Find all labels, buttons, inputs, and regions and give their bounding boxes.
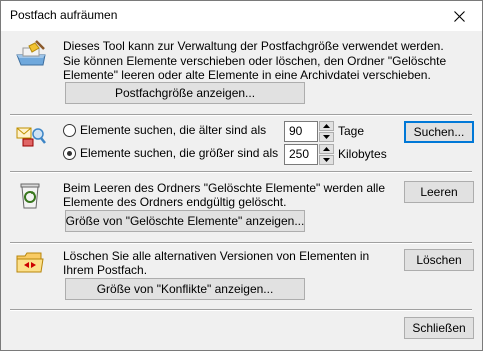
dialog-body: Dieses Tool kann zur Verwaltung der Post… <box>1 31 482 350</box>
older-than-stepper <box>319 121 334 142</box>
delete-conflicts-button[interactable]: Löschen <box>404 249 474 271</box>
section-divider <box>10 242 472 244</box>
section-divider <box>10 309 472 311</box>
larger-than-kb-input[interactable]: 250 <box>284 144 318 165</box>
larger-than-stepper <box>319 144 334 165</box>
conflicts-folder-icon <box>16 252 44 273</box>
section-divider <box>10 114 472 116</box>
arrow-up-icon <box>323 147 330 151</box>
arrow-down-icon <box>323 158 330 162</box>
arrow-up-icon <box>323 124 330 128</box>
older-than-days-input[interactable]: 90 <box>284 121 318 142</box>
older-than-label: Elemente suchen, die älter sind als <box>80 123 267 137</box>
cleanup-description-line3: Elemente" leeren oder alte Elemente in e… <box>63 68 431 82</box>
larger-than-unit: Kilobytes <box>338 147 387 161</box>
larger-than-increment-button[interactable] <box>319 144 334 154</box>
show-conflicts-size-button[interactable]: Größe von "Konflikte" anzeigen... <box>65 278 305 300</box>
show-mailbox-size-button[interactable]: Postfachgröße anzeigen... <box>65 82 305 104</box>
show-deleted-items-size-button[interactable]: Größe von "Gelöschte Elemente" anzeigen.… <box>65 210 305 232</box>
window-title: Postfach aufräumen <box>10 8 118 22</box>
mailbox-cleanup-dialog: Postfach aufräumen Dieses Tool kann zur … <box>0 0 483 351</box>
older-than-decrement-button[interactable] <box>319 132 334 142</box>
section-divider <box>10 171 472 173</box>
broom-tray-icon <box>16 40 46 66</box>
empty-deleted-description-line2: Elemente des Ordners endgültig gelöscht. <box>63 195 287 209</box>
larger-than-label: Elemente suchen, die größer sind als <box>80 146 279 160</box>
find-items-icon <box>16 127 46 147</box>
larger-than-decrement-button[interactable] <box>319 155 334 165</box>
larger-than-radio[interactable] <box>63 147 76 160</box>
close-dialog-button[interactable]: Schließen <box>404 317 474 339</box>
search-button[interactable]: Suchen... <box>404 121 474 143</box>
older-than-radio[interactable] <box>63 124 76 137</box>
close-icon <box>453 10 465 22</box>
title-bar: Postfach aufräumen <box>1 1 482 31</box>
older-than-unit: Tage <box>338 124 365 138</box>
recycle-bin-icon <box>20 183 40 209</box>
empty-deleted-description-line1: Beim Leeren des Ordners "Gelöschte Eleme… <box>63 181 386 195</box>
arrow-down-icon <box>323 135 330 139</box>
empty-button[interactable]: Leeren <box>404 181 474 203</box>
older-than-increment-button[interactable] <box>319 121 334 131</box>
close-button[interactable] <box>436 1 482 31</box>
conflicts-description-line2: Ihrem Postfach. <box>63 263 148 277</box>
cleanup-description-line2: Sie können Elemente verschieben oder lös… <box>63 54 447 68</box>
conflicts-description-line1: Löschen Sie alle alternativen Versionen … <box>63 249 370 263</box>
cleanup-description-line1: Dieses Tool kann zur Verwaltung der Post… <box>63 39 444 53</box>
